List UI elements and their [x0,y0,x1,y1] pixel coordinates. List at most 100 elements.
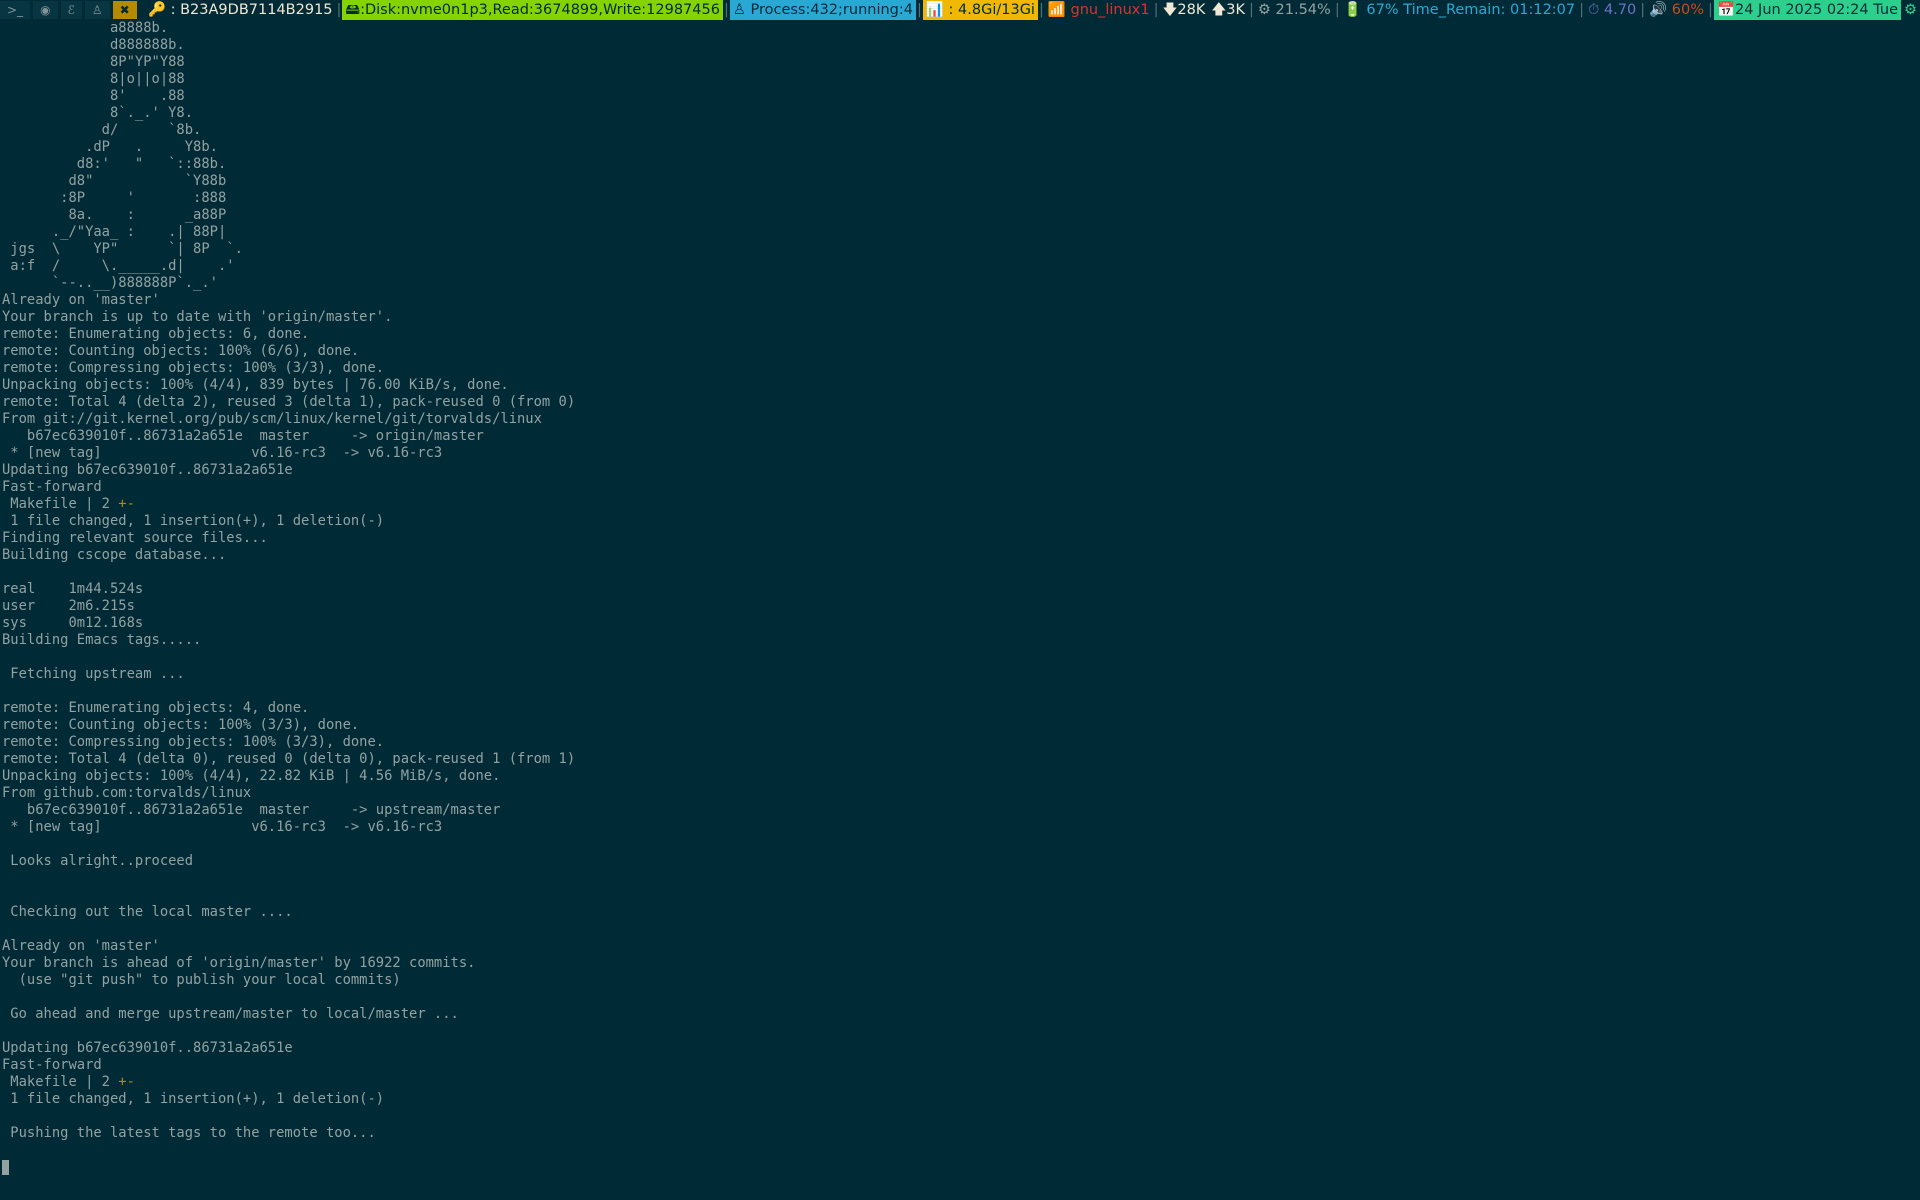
terminal-line: 8`._.' Y8. [2,105,194,121]
terminal-line: d8:' " `::88b. [2,156,227,172]
terminal-line: Updating b67ec639010f..86731a2a651e [2,1040,293,1056]
terminal-line: Pushing the latest tags to the remote to… [2,1125,376,1141]
terminal-line: Unpacking objects: 100% (4/4), 839 bytes… [2,377,509,393]
terminal-line: (use "git push" to publish your local co… [2,972,401,988]
separator: | [1579,2,1585,18]
status-bar: >_ ◉ ℰ ♙ ✖ 🔑 : B23A9DB7114B2915 | 🖴:Disk… [0,0,1920,20]
terminal-line: Updating b67ec639010f..86731a2a651e [2,462,293,478]
terminal-line: remote: Total 4 (delta 0), reused 0 (del… [2,751,576,767]
terminal-line: Your branch is ahead of 'origin/master' … [2,955,476,971]
terminal-line: 1 file changed, 1 insertion(+), 1 deleti… [2,513,385,529]
separator: | [1249,2,1254,18]
terminal-line: remote: Total 4 (delta 2), reused 3 (del… [2,394,576,410]
terminal-line: 1 file changed, 1 insertion(+), 1 deleti… [2,1091,385,1107]
net-up-indicator: 🡅3K [1211,2,1246,18]
workspace-emacs-icon[interactable]: ℰ [60,1,82,19]
terminal-line: Fast-forward [2,479,102,495]
terminal-line: user 2m6.215s [2,598,135,614]
separator: | [1640,2,1646,18]
separator: | [723,2,729,18]
workspace-tools-icon[interactable]: ✖ [112,1,137,19]
terminal-line: remote: Compressing objects: 100% (3/3),… [2,360,385,376]
terminal-line: Building cscope database... [2,547,227,563]
terminal-line: `--..__)888888P`._.' [2,275,218,291]
separator: | [336,2,342,18]
gpg-key-indicator: 🔑 : B23A9DB7114B2915 [147,2,333,18]
terminal-line: :8P ' :888 [2,190,227,206]
terminal-line: From git://git.kernel.org/pub/scm/linux/… [2,411,542,427]
terminal-line: * [new tag] v6.16-rc3 -> v6.16-rc3 [2,819,443,835]
workspace-firefox-icon[interactable]: ◉ [33,1,58,19]
terminal-output[interactable]: a8888b. d888888b. 8P"YP"Y88 8|o||o|88 8'… [2,20,1902,1176]
tray-gear-icon[interactable]: ⚙ [1901,0,1920,20]
terminal-line: * [new tag] v6.16-rc3 -> v6.16-rc3 [2,445,443,461]
terminal-line: remote: Counting objects: 100% (6/6), do… [2,343,360,359]
terminal-line: b67ec639010f..86731a2a651e master -> ori… [2,428,484,444]
terminal-line: remote: Enumerating objects: 4, done. [2,700,310,716]
workspace-switcher: >_ ◉ ℰ ♙ ✖ [0,0,140,20]
terminal-line: d8" `Y88b [2,173,227,189]
terminal-line: d/ `8b. [2,122,202,138]
cpu-indicator: ⚙ 21.54% [1257,2,1331,18]
battery-indicator: 🔋 67% Time_Remain: 01:12:07 [1343,2,1576,18]
disk-indicator: 🖴:Disk:nvme0n1p3,Read:3674899,Write:1298… [342,0,723,20]
terminal-line: Go ahead and merge upstream/master to lo… [2,1006,459,1022]
terminal-line: sys 0m12.168s [2,615,144,631]
net-down-indicator: 🡇28K [1162,2,1206,18]
terminal-line: Finding relevant source files... [2,530,268,546]
separator: | [1708,2,1713,18]
terminal-line: remote: Compressing objects: 100% (3/3),… [2,734,385,750]
date-indicator[interactable]: 📅24 Jun 2025 02:24 Tue [1713,0,1901,20]
separator: | [1153,2,1159,18]
terminal-line: a8888b. [2,20,169,36]
terminal-line: 8P"YP"Y88 [2,54,185,70]
terminal-line: d888888b. [2,37,185,53]
terminal-line: .dP . Y8b. [2,139,218,155]
terminal-line: remote: Enumerating objects: 6, done. [2,326,310,342]
separator: | [1038,2,1044,18]
terminal-line: From github.com:torvalds/linux [2,785,252,801]
terminal-line: remote: Counting objects: 100% (3/3), do… [2,717,360,733]
terminal-line: real 1m44.524s [2,581,144,597]
terminal-line: Building Emacs tags..... [2,632,202,648]
terminal-line: Already on 'master' [2,292,160,308]
memory-indicator: 📊 : 4.8Gi/13Gi [922,0,1038,20]
terminal-line: Makefile | 2 +- [2,1074,135,1090]
terminal-line: 8|o||o|88 [2,71,185,87]
wifi-indicator[interactable]: 📶 gnu_linux1 [1045,0,1153,20]
terminal-line: b67ec639010f..86731a2a651e master -> ups… [2,802,501,818]
separator: | [1334,2,1340,18]
terminal-line: a:f / \._____.d| .' [2,258,235,274]
load-indicator: ⏱ 4.70 [1588,2,1637,18]
terminal-line: Looks alright..proceed [2,853,194,869]
terminal-line: Fast-forward [2,1057,102,1073]
terminal-line: ._/"Yaa_ : .| 88P| [2,224,227,240]
terminal-line: 8a. : _a88P [2,207,227,223]
terminal-line: Already on 'master' [2,938,160,954]
terminal-prompt-line[interactable] [2,1159,1902,1176]
terminal-line: Fetching upstream ... [2,666,185,682]
terminal-line: Unpacking objects: 100% (4/4), 22.82 KiB… [2,768,501,784]
status-indicators: 🔑 : B23A9DB7114B2915 | 🖴:Disk:nvme0n1p3,… [145,0,1920,20]
separator: | [916,2,922,18]
terminal-cursor [2,1159,9,1175]
terminal-line: 8' .88 [2,88,185,104]
workspace-tux-icon[interactable]: ♙ [84,1,110,19]
workspace-terminal-icon[interactable]: >_ [0,1,31,19]
terminal-line: Your branch is up to date with 'origin/m… [2,309,393,325]
terminal-line: Checking out the local master .... [2,904,293,920]
process-indicator: ♙ Process:432;running:4 [729,0,916,20]
terminal-line: Makefile | 2 +- [2,496,135,512]
volume-indicator[interactable]: 🔊 60% [1646,0,1707,20]
